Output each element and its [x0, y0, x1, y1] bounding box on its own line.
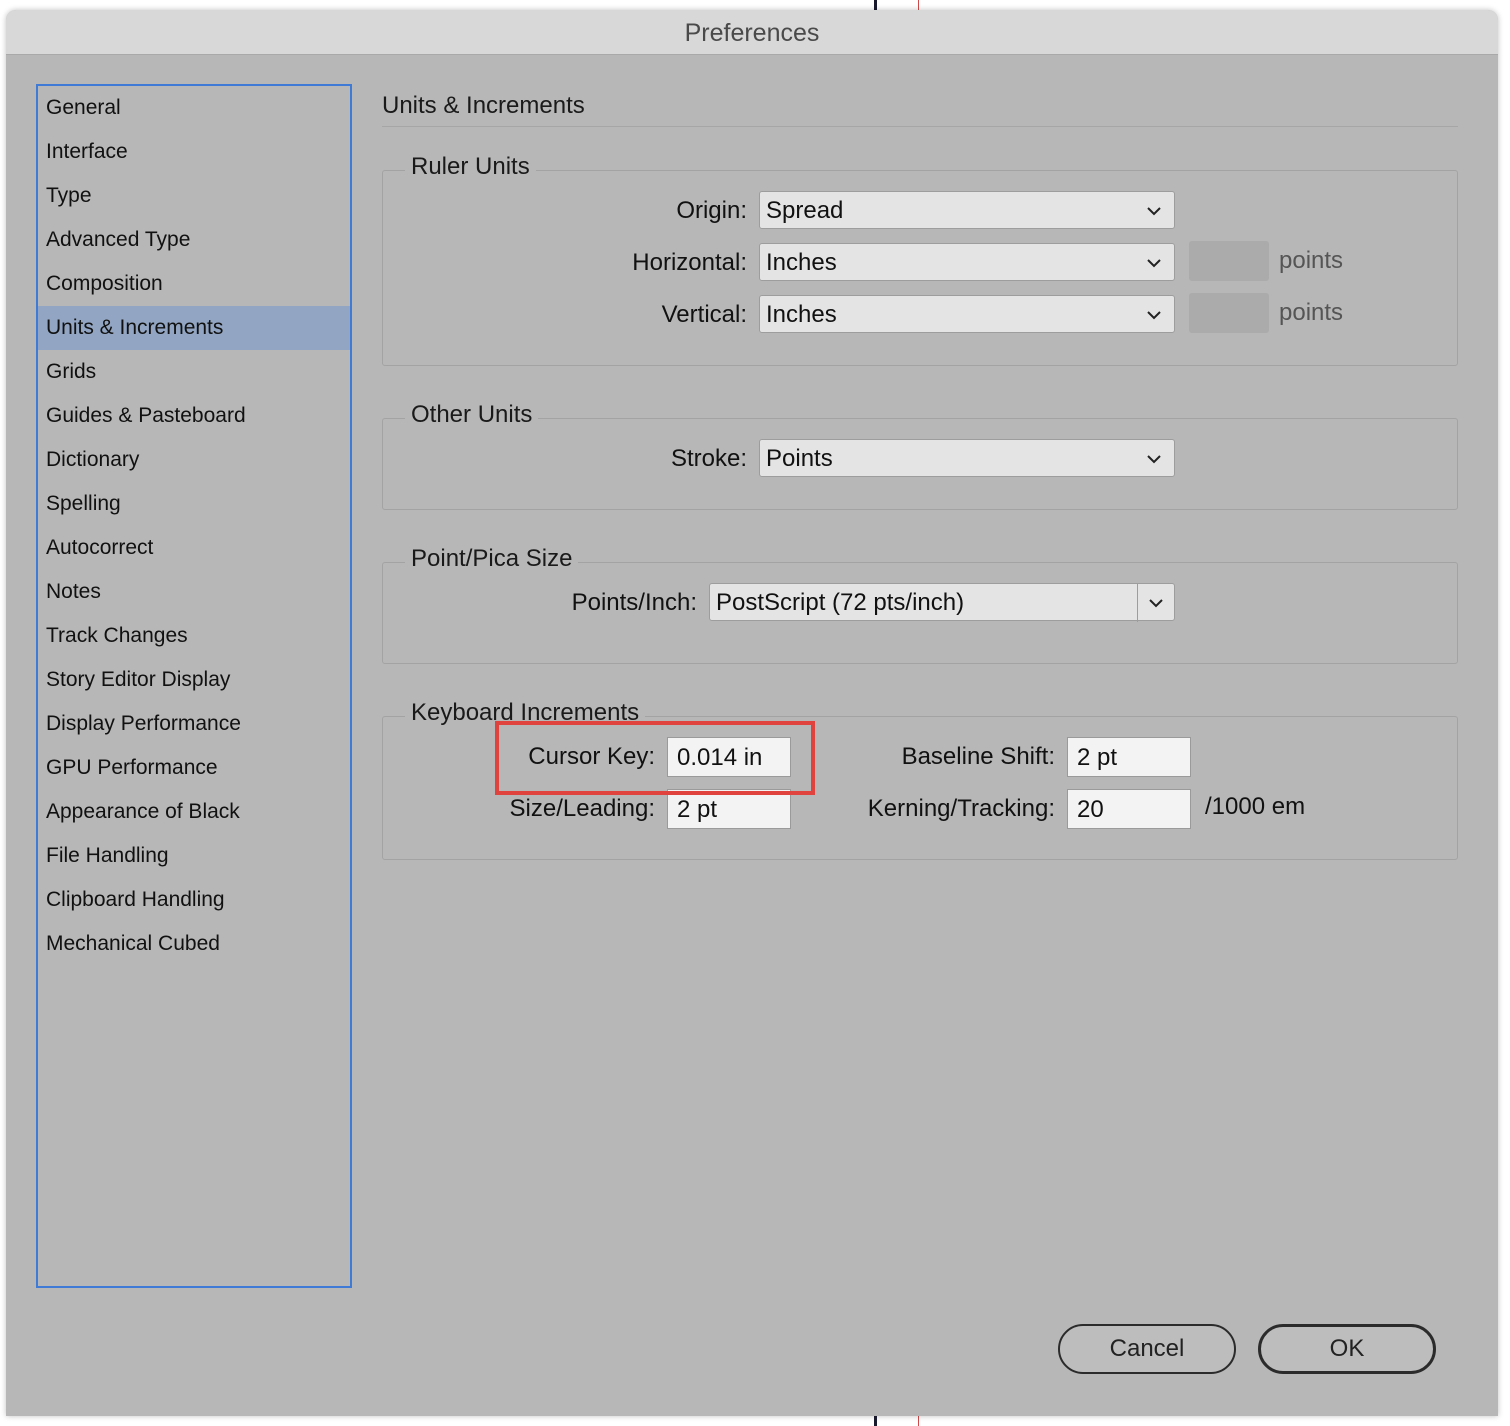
- background-line: [918, 1416, 919, 1426]
- combobox-value: PostScript (72 pts/inch): [716, 589, 965, 616]
- horizontal-unit-label: points: [1279, 247, 1344, 274]
- ok-button[interactable]: OK: [1258, 1324, 1436, 1374]
- sidebar-item-units-increments[interactable]: Units & Increments: [38, 306, 350, 350]
- sidebar-item-dictionary[interactable]: Dictionary: [38, 438, 350, 482]
- vertical-label: Vertical:: [661, 301, 747, 328]
- point-pica-size-group: Point/Pica Size Points/Inch: PostScript …: [382, 545, 1458, 664]
- sidebar-item-advanced-type[interactable]: Advanced Type: [38, 218, 350, 262]
- group-label: Other Units: [405, 401, 539, 429]
- vertical-points-field: [1189, 293, 1269, 333]
- sidebar-item-interface[interactable]: Interface: [38, 130, 350, 174]
- baseline-shift-label: Baseline Shift:: [901, 743, 1055, 770]
- combobox-divider: [1137, 584, 1138, 622]
- preferences-dialog: Preferences General Interface Type Advan…: [6, 10, 1498, 1416]
- sidebar-item-display-performance[interactable]: Display Performance: [38, 702, 350, 746]
- background-line: [874, 1416, 877, 1426]
- sidebar-item-file-handling[interactable]: File Handling: [38, 834, 350, 878]
- sidebar-item-story-editor-display[interactable]: Story Editor Display: [38, 658, 350, 702]
- horizontal-points-field: [1189, 241, 1269, 281]
- chevron-down-icon: [1142, 296, 1166, 334]
- sidebar-item-type[interactable]: Type: [38, 174, 350, 218]
- annotation-highlight-box: [495, 721, 815, 795]
- chevron-down-icon[interactable]: [1144, 584, 1168, 622]
- sidebar-item-notes[interactable]: Notes: [38, 570, 350, 614]
- sidebar-item-guides-pasteboard[interactable]: Guides & Pasteboard: [38, 394, 350, 438]
- points-inch-label: Points/Inch:: [571, 589, 697, 616]
- dropdown-value: Inches: [766, 301, 837, 328]
- sidebar-item-track-changes[interactable]: Track Changes: [38, 614, 350, 658]
- horizontal-dropdown[interactable]: Inches: [759, 243, 1175, 281]
- kerning-unit-label: /1000 em: [1205, 793, 1306, 820]
- preferences-panel: Units & Increments Ruler Units Origin: S…: [382, 84, 1462, 884]
- window-title: Preferences: [6, 10, 1498, 55]
- panel-title: Units & Increments: [382, 92, 585, 119]
- vertical-unit-label: points: [1279, 299, 1344, 326]
- chevron-down-icon: [1142, 440, 1166, 478]
- points-inch-combobox[interactable]: PostScript (72 pts/inch): [709, 583, 1175, 622]
- size-leading-field[interactable]: 2 pt: [667, 789, 791, 829]
- sidebar-item-mechanical-cubed[interactable]: Mechanical Cubed: [38, 922, 350, 966]
- keyboard-increments-group: Keyboard Increments Cursor Key: 0.014 in…: [382, 699, 1458, 860]
- sidebar-item-autocorrect[interactable]: Autocorrect: [38, 526, 350, 570]
- sidebar-item-clipboard-handling[interactable]: Clipboard Handling: [38, 878, 350, 922]
- divider: [382, 126, 1458, 127]
- stroke-label: Stroke:: [670, 445, 747, 472]
- vertical-dropdown[interactable]: Inches: [759, 295, 1175, 333]
- preferences-sidebar[interactable]: General Interface Type Advanced Type Com…: [36, 84, 352, 1288]
- group-label: Point/Pica Size: [405, 545, 579, 573]
- origin-dropdown[interactable]: Spread: [759, 191, 1175, 229]
- horizontal-label: Horizontal:: [632, 249, 747, 276]
- sidebar-item-appearance-of-black[interactable]: Appearance of Black: [38, 790, 350, 834]
- sidebar-item-general[interactable]: General: [38, 86, 350, 130]
- chevron-down-icon: [1142, 244, 1166, 282]
- origin-label: Origin:: [676, 197, 747, 224]
- background-line: [874, 0, 877, 10]
- stroke-dropdown[interactable]: Points: [759, 439, 1175, 477]
- ruler-units-group: Ruler Units Origin: Spread Horizontal: I…: [382, 153, 1458, 366]
- background-line: [918, 0, 919, 10]
- group-label: Ruler Units: [405, 153, 536, 181]
- other-units-group: Other Units Stroke: Points: [382, 401, 1458, 510]
- dropdown-value: Inches: [766, 249, 837, 276]
- size-leading-label: Size/Leading:: [509, 795, 655, 822]
- sidebar-item-grids[interactable]: Grids: [38, 350, 350, 394]
- sidebar-item-spelling[interactable]: Spelling: [38, 482, 350, 526]
- sidebar-item-gpu-performance[interactable]: GPU Performance: [38, 746, 350, 790]
- chevron-down-icon: [1142, 192, 1166, 230]
- cancel-button[interactable]: Cancel: [1058, 1324, 1236, 1374]
- dropdown-value: Spread: [766, 197, 844, 224]
- kerning-tracking-label: Kerning/Tracking:: [867, 795, 1055, 822]
- dropdown-value: Points: [766, 445, 833, 472]
- sidebar-item-composition[interactable]: Composition: [38, 262, 350, 306]
- kerning-tracking-field[interactable]: 20: [1067, 789, 1191, 829]
- baseline-shift-field[interactable]: 2 pt: [1067, 737, 1191, 777]
